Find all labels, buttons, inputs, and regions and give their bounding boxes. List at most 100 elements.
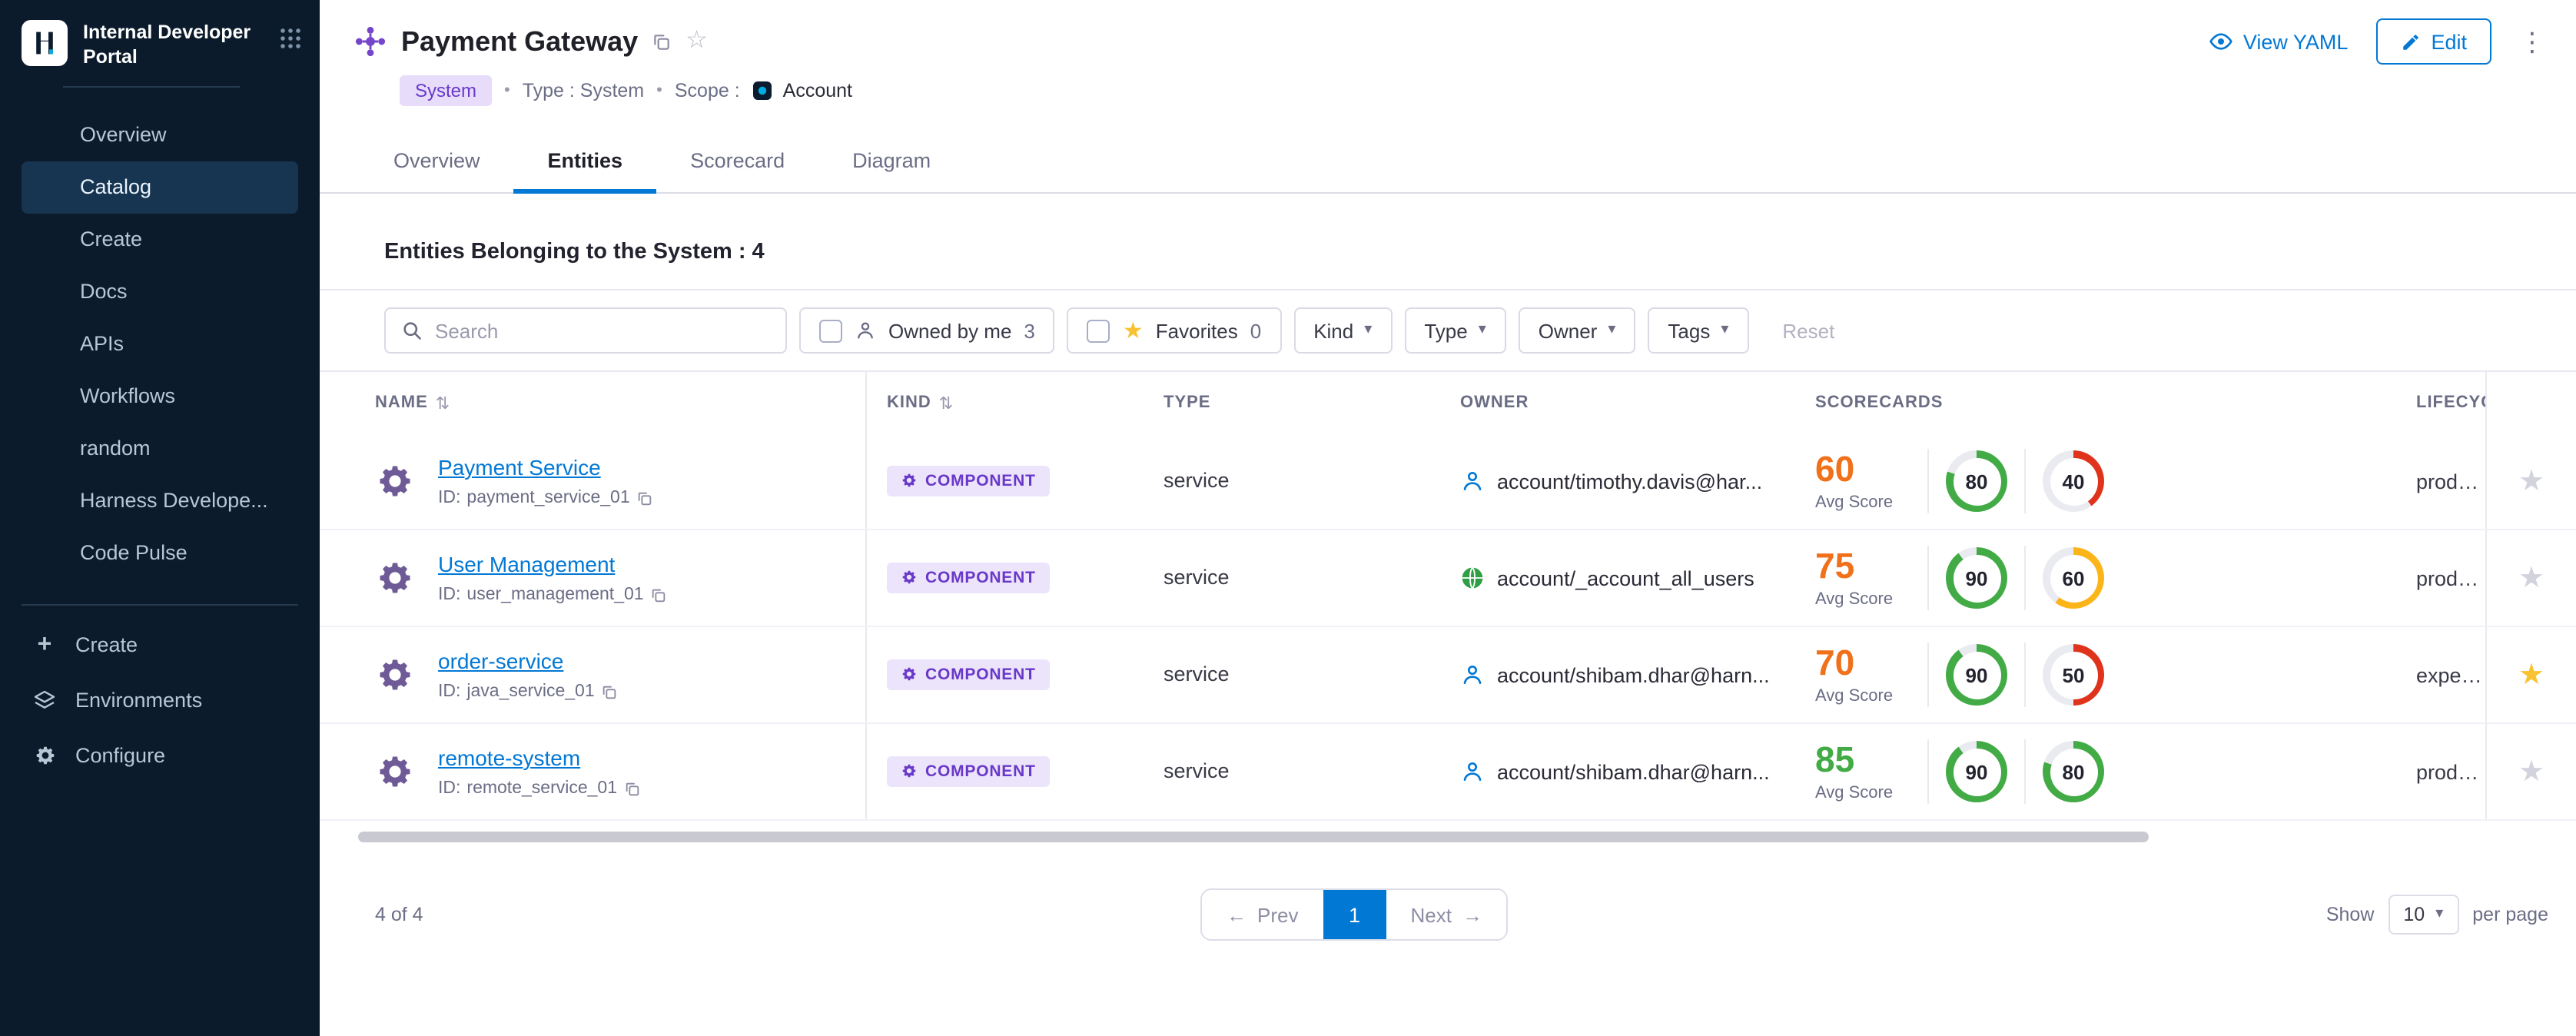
entity-name-link[interactable]: Payment Service	[438, 455, 601, 480]
cell-kind: COMPONENT	[867, 659, 1144, 691]
tab[interactable]: Entities	[514, 132, 657, 192]
owned-by-me-checkbox[interactable]	[819, 319, 842, 342]
tab[interactable]: Scorecard	[656, 132, 818, 192]
sort-icon[interactable]: ⇅	[436, 393, 450, 413]
tab[interactable]: Diagram	[818, 132, 964, 192]
copy-icon[interactable]	[650, 586, 667, 603]
gauge-divider	[2024, 643, 2026, 707]
header-favorite	[2485, 372, 2576, 433]
cell-scorecards: 70 Avg Score 90 50	[1795, 643, 2396, 707]
entity-name-link[interactable]: User Management	[438, 552, 615, 576]
header-lifecycle: LIFECYCLE	[2396, 393, 2485, 412]
copy-icon[interactable]	[636, 490, 653, 506]
avg-score-block: 70 Avg Score	[1815, 645, 1910, 705]
pagination-summary: 4 of 4	[375, 904, 423, 925]
filter-dropdown[interactable]: Kind ▾	[1293, 307, 1392, 354]
sidebar-item[interactable]: Workflows	[22, 370, 298, 422]
search-input[interactable]	[435, 319, 770, 342]
entity-id-prefix: ID:	[438, 779, 460, 798]
eye-icon	[2209, 29, 2234, 54]
gauge-divider	[1927, 449, 1929, 513]
search-box	[384, 307, 787, 354]
filter-dropdown[interactable]: Owner ▾	[1519, 307, 1636, 354]
score-gauge-value: 80	[1966, 470, 1988, 493]
sidebar-item[interactable]: Catalog	[22, 161, 298, 213]
brand: Internal Developer Portal	[0, 0, 320, 82]
sidebar-item[interactable]: Create	[22, 213, 298, 265]
sort-icon[interactable]: ⇅	[939, 393, 954, 413]
header-kind[interactable]: KIND⇅	[867, 393, 1144, 413]
cell-kind: COMPONENT	[867, 756, 1144, 788]
header-name[interactable]: NAME⇅	[320, 372, 867, 433]
favorite-star-icon[interactable]: ★	[2518, 757, 2544, 786]
owner-value: account/shibam.dhar@harn...	[1497, 663, 1770, 686]
sidebar-item-configure[interactable]: Configure	[0, 728, 320, 783]
copy-icon[interactable]	[623, 780, 640, 797]
sidebar-item[interactable]: Overview	[22, 108, 298, 161]
kind-chip: COMPONENT	[887, 466, 1050, 496]
entity-id-prefix: ID:	[438, 489, 460, 507]
cell-name: remote-system ID: remote_service_01	[320, 724, 867, 819]
chevron-down-icon: ▾	[1479, 323, 1486, 338]
sidebar-item[interactable]: APIs	[22, 317, 298, 370]
sidebar-item-label: Create	[80, 227, 142, 251]
header-scorecards: SCORECARDS	[1795, 393, 2396, 412]
lifecycle-value: production	[2416, 760, 2485, 783]
sidebar-item[interactable]: Harness Develope...	[22, 474, 298, 526]
filter-dropdown-label: Tags	[1668, 319, 1710, 342]
edit-button[interactable]: Edit	[2375, 18, 2491, 65]
scorecard-gauges: 80 40	[1910, 449, 2104, 513]
horizontal-scrollbar[interactable]	[358, 832, 2149, 842]
favorites-checkbox[interactable]	[1087, 319, 1110, 342]
current-page[interactable]: 1	[1323, 890, 1386, 939]
tab[interactable]: Overview	[360, 132, 514, 192]
filter-dropdown[interactable]: Tags ▾	[1648, 307, 1748, 354]
prev-page-button[interactable]: ← Prev	[1202, 890, 1323, 939]
score-gauge: 90	[1946, 547, 2007, 609]
sidebar-item-label: APIs	[80, 332, 124, 355]
entity-name-link[interactable]: order-service	[438, 649, 563, 673]
favorite-star-icon[interactable]: ★	[2518, 660, 2544, 689]
sidebar-item[interactable]: Docs	[22, 265, 298, 317]
entity-meta: System • Type : System • Scope : Account	[354, 74, 2545, 108]
sidebar-item[interactable]: Code Pulse	[22, 526, 298, 579]
avg-score-value: 75	[1815, 548, 1910, 583]
next-page-button[interactable]: Next →	[1386, 890, 1506, 939]
copy-icon[interactable]	[652, 32, 672, 51]
favorites-filter[interactable]: ★ Favorites 0	[1067, 307, 1281, 354]
score-gauge-value: 90	[1966, 760, 1988, 783]
bullet-icon: •	[504, 81, 510, 100]
sidebar-item-environments[interactable]: Environments	[0, 672, 320, 728]
entity-id: ID: remote_service_01	[438, 779, 640, 798]
per-page-label: per page	[2472, 904, 2548, 925]
cell-lifecycle: experimental	[2396, 663, 2485, 686]
filter-dropdown[interactable]: Type ▾	[1404, 307, 1505, 354]
page-size-select[interactable]: 10 ▾	[2388, 895, 2458, 935]
kind-chip: COMPONENT	[887, 756, 1050, 787]
cell-scorecards: 60 Avg Score 80 40	[1795, 449, 2396, 513]
kebab-menu-icon[interactable]: ⋮	[2519, 28, 2545, 55]
owned-by-me-count: 3	[1024, 319, 1034, 342]
favorite-star-icon[interactable]: ★	[2518, 467, 2544, 496]
cell-type: service	[1144, 661, 1440, 689]
reset-filters-button[interactable]: Reset	[1782, 319, 1834, 342]
score-gauge-value: 90	[1966, 663, 1988, 686]
copy-icon[interactable]	[601, 683, 618, 700]
cell-type: service	[1144, 467, 1440, 495]
apps-grid-icon[interactable]	[280, 28, 301, 57]
favorite-star-icon[interactable]: ★	[2518, 563, 2544, 593]
meta-type: Type : System	[523, 80, 644, 101]
score-gauge: 50	[2043, 644, 2104, 706]
sidebar-item[interactable]: random	[22, 422, 298, 474]
sidebar-item-create[interactable]: + Create	[0, 617, 320, 672]
owned-by-me-filter[interactable]: Owned by me 3	[799, 307, 1055, 354]
sidebar-divider	[22, 603, 298, 605]
view-yaml-button[interactable]: View YAML	[2209, 29, 2349, 54]
scorecard-gauges: 90 50	[1910, 643, 2104, 707]
plus-icon: +	[31, 633, 58, 657]
cell-owner: account/shibam.dhar@harn...	[1440, 662, 1795, 687]
favorite-star-icon[interactable]: ☆	[685, 29, 708, 54]
gauge-divider	[2024, 449, 2026, 513]
gauge-divider	[1927, 643, 1929, 707]
entity-name-link[interactable]: remote-system	[438, 745, 580, 770]
